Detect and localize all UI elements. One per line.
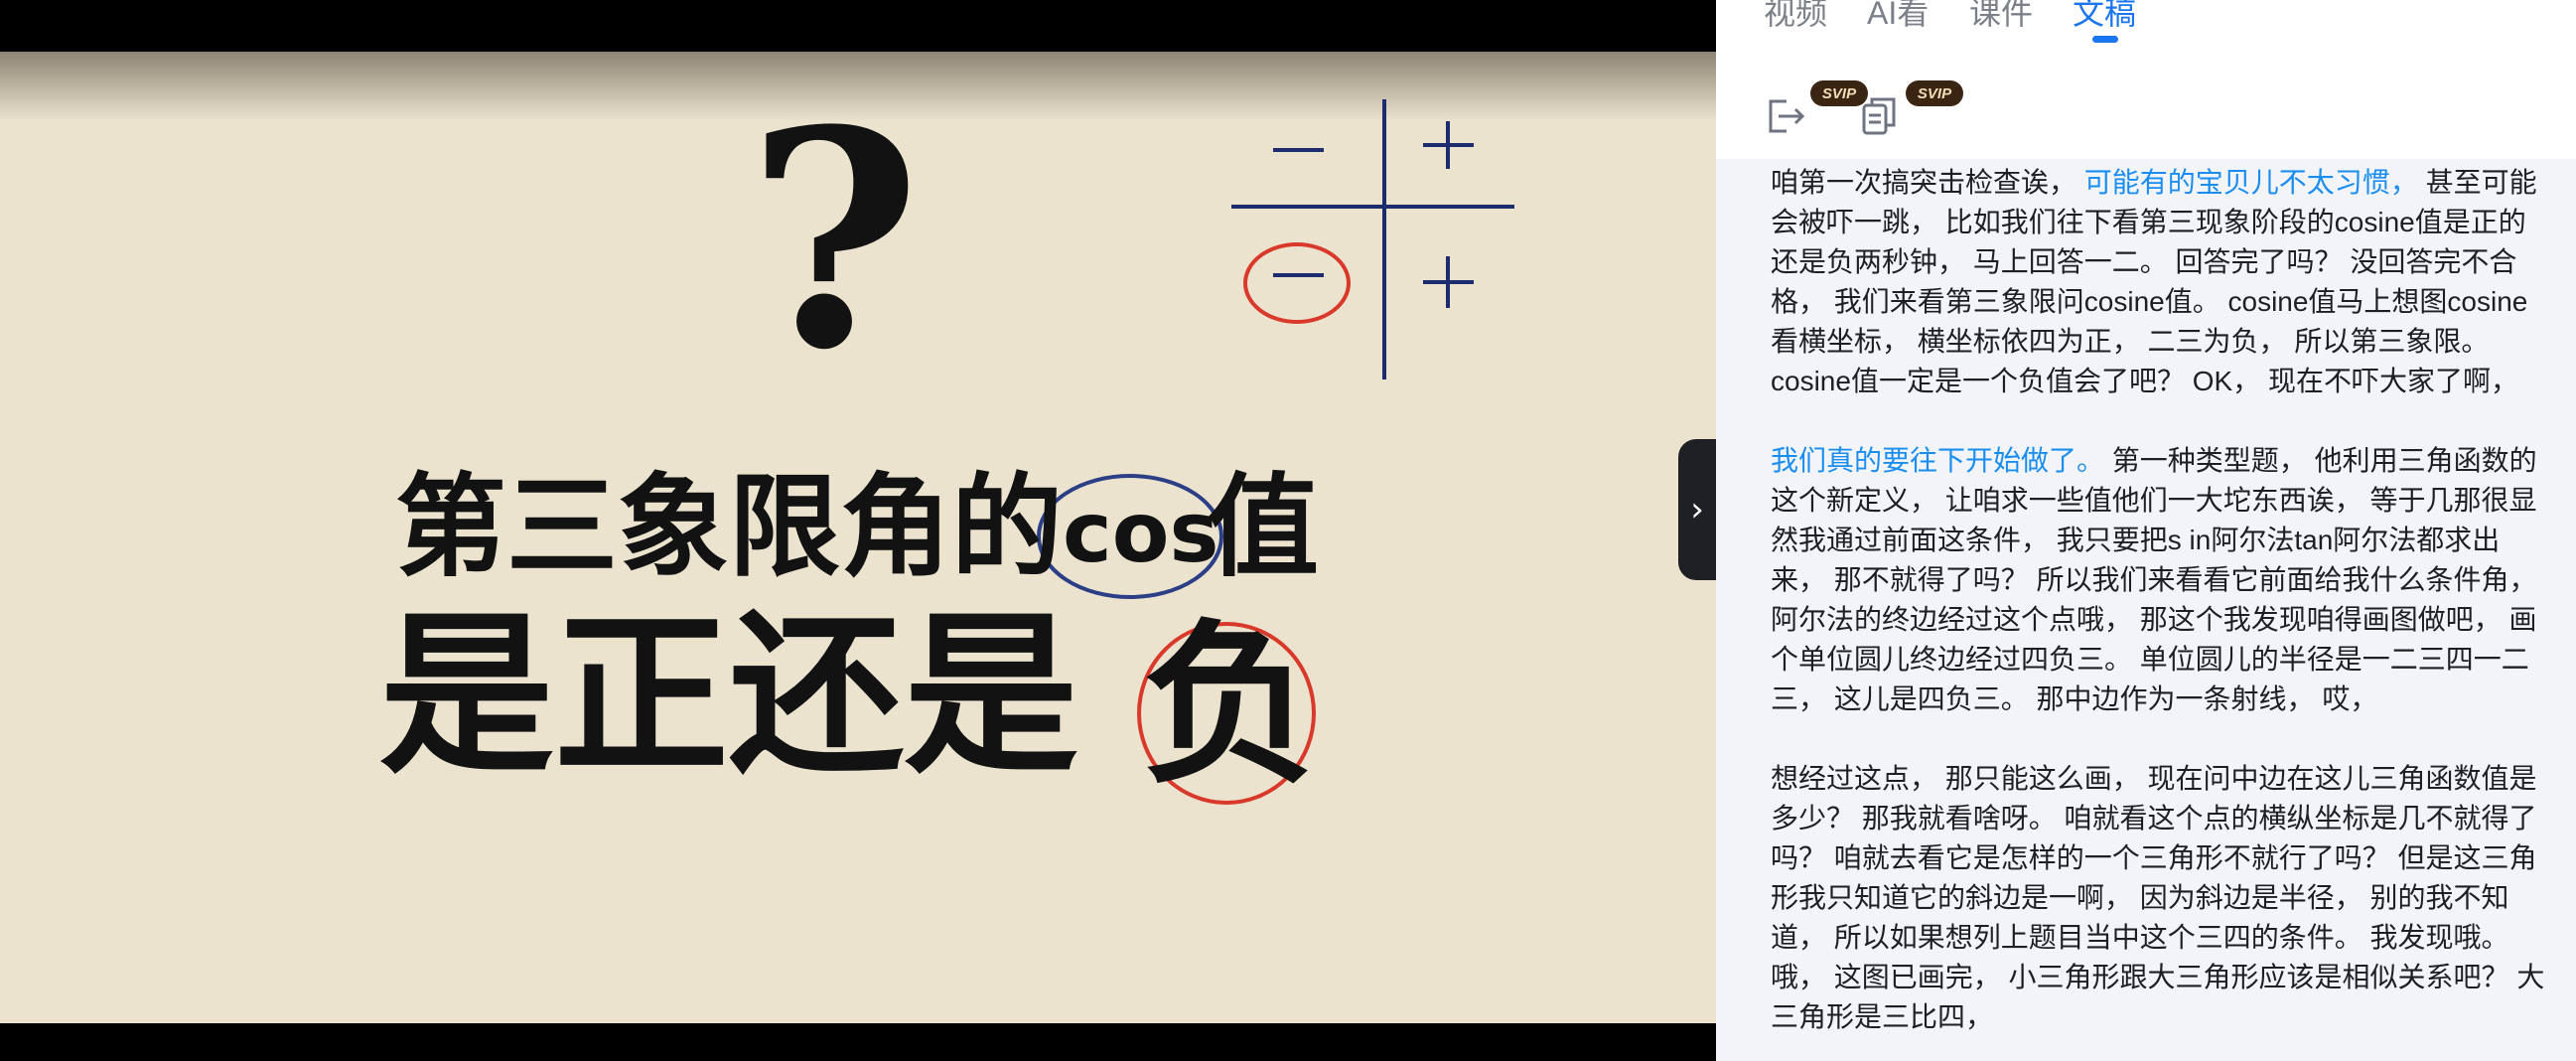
transcript-text: 咱第一次搞突击检查诶， [1771,167,2077,198]
panel-header: 视频 AI看 课件 文稿 SVIP SVIP [1716,0,2576,159]
title-line2-prefix: 是正还是 [379,592,1079,798]
tab-video[interactable]: 视频 [1764,0,1827,34]
svip-badge: SVIP [1906,80,1963,106]
q3-red-circle [1243,242,1351,324]
title-line1-cos: cos [1063,484,1219,581]
active-tab-indicator [2092,36,2118,43]
transcript-content[interactable]: 咱第一次搞突击检查诶， 可能有的宝贝儿不太习惯， 甚至可能会被吓一跳， 比如我们… [1716,159,2576,1061]
side-panel: 视频 AI看 课件 文稿 SVIP SVIP 咱第一次搞突击检查诶， 可能有的宝… [1716,0,2576,1061]
transcript-paragraph-1[interactable]: 咱第一次搞突击检查诶， 可能有的宝贝儿不太习惯， 甚至可能会被吓一跳， 比如我们… [1771,163,2551,401]
title-line1-prefix: 第三象限角的 [395,462,1063,592]
copy-document-icon [1862,97,1896,135]
question-mark: ? [747,65,922,415]
copy-document-button[interactable]: SVIP [1858,76,1963,139]
title-line1-suffix: 值 [1208,462,1319,592]
collapse-panel-button[interactable]: › [1678,439,1716,580]
export-button[interactable]: SVIP [1763,76,1868,139]
transcript-text: 甚至可能会被吓一跳， 比如我们往下看第三现象阶段的cosine值是正的还是负两秒… [1771,167,2537,396]
chevron-right-icon: › [1690,490,1704,530]
tab-courseware[interactable]: 课件 [1969,0,2033,34]
tab-transcript[interactable]: 文稿 [2073,0,2136,34]
video-frame: ? 第三象限角的 cos 值 是正还是 负 [0,52,1716,1023]
transcript-paragraph-2[interactable]: 我们真的要往下开始做了。 第一种类型题， 他利用三角函数的这个新定义， 让咱求一… [1771,441,2551,719]
tab-ai-view[interactable]: AI看 [1867,0,1929,34]
transcript-highlight-sentence: 我们真的要往下开始做了。 [1771,445,2105,476]
title-line2-highlight: 负 [1142,602,1318,808]
video-player[interactable]: ? 第三象限角的 cos 值 是正还是 负 › [0,0,1716,1061]
transcript-text: 想经过这点， 那只能这么画， 现在问中边在这儿三角函数值是多少？ 那我就看啥呀。… [1771,763,2545,1032]
export-icon [1769,99,1805,133]
transcript-current-sentence: 可能有的宝贝儿不太习惯， [2083,167,2418,198]
transcript-paragraph-3[interactable]: 想经过这点， 那只能这么画， 现在问中边在这儿三角函数值是多少？ 那我就看啥呀。… [1771,759,2551,1037]
transcript-text: 第一种类型题， 他利用三角函数的这个新定义， 让咱求一些值他们一大坨东西诶， 等… [1771,445,2537,714]
